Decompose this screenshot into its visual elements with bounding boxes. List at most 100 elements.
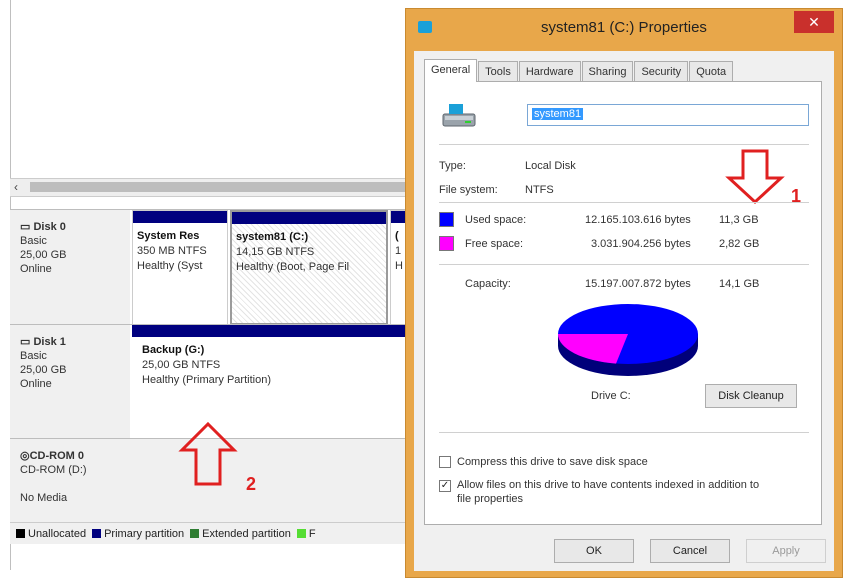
title-bar[interactable]: system81 (C:) Properties ✕	[406, 9, 842, 49]
dialog-title: system81 (C:) Properties	[541, 19, 707, 36]
type-value: Local Disk	[525, 160, 576, 172]
legend-label: F	[308, 527, 316, 540]
legend-label: Extended partition	[202, 527, 291, 540]
disk-size: 25,00 GB	[20, 364, 67, 376]
partition-backup-g[interactable]: Backup (G:) 25,00 GB NTFS Healthy (Prima…	[132, 325, 410, 439]
index-label-line1: Allow files on this drive to have conten…	[457, 479, 760, 491]
file-system-value: NTFS	[525, 184, 554, 196]
index-label-line2: file properties	[457, 493, 524, 505]
free-space-bytes: 3.031.904.256 bytes	[591, 238, 691, 250]
file-system-label: File system:	[439, 184, 498, 196]
horizontal-scrollbar[interactable]: ‹	[10, 178, 410, 197]
dialog-client: General Tools Hardware Sharing Security …	[414, 51, 834, 571]
partition-size: 1	[395, 245, 402, 257]
partition-legend: Unallocated Primary partition Extended p…	[10, 522, 410, 544]
ok-button[interactable]: OK	[554, 539, 634, 563]
partition-status: Healthy (Boot, Page Fil	[236, 261, 350, 273]
disk-1-info[interactable]: ▭ Disk 1 Basic 25,00 GB Online	[10, 325, 128, 439]
partition-name: Backup (G:)	[142, 344, 205, 356]
cancel-button[interactable]: Cancel	[650, 539, 730, 563]
compress-label: Compress this drive to save disk space	[457, 456, 648, 468]
legend-swatch	[92, 529, 102, 539]
disk-status: Online	[20, 378, 52, 390]
legend-swatch	[190, 529, 200, 539]
partition-size: 14,15 GB NTFS	[236, 246, 315, 258]
disk-0-info[interactable]: ▭ Disk 0 Basic 25,00 GB Online	[10, 210, 128, 325]
cdrom-0-info[interactable]: ◎CD-ROM 0 CD-ROM (D:) No Media	[10, 439, 128, 523]
free-space-label: Free space:	[465, 238, 524, 250]
checkmark-icon: ✓	[440, 480, 450, 491]
tab-sharing[interactable]: Sharing	[581, 61, 634, 81]
capacity-gb: 14,1 GB	[719, 278, 760, 290]
disk-type: Basic	[20, 235, 47, 247]
legend-item-primary: Primary partition	[92, 528, 184, 540]
partition-system-reserved[interactable]: System Res 350 MB NTFS Healthy (Syst	[132, 210, 228, 325]
disk-name: CD-ROM 0	[29, 450, 84, 462]
disk-name: Disk 0	[33, 221, 66, 233]
used-space-gb: 11,3 GB	[719, 214, 759, 226]
drive-usage-pie-chart	[557, 304, 698, 376]
volume-name-input[interactable]: system81	[527, 104, 809, 126]
partition-status: H	[395, 260, 403, 272]
disk-type: Basic	[20, 350, 47, 362]
tab-security[interactable]: Security	[634, 61, 689, 81]
legend-swatch	[16, 529, 25, 539]
annotation-arrow-down-icon	[725, 149, 785, 205]
legend-item-unallocated: Unallocated	[16, 528, 86, 540]
disk-name: Disk 1	[33, 336, 66, 348]
used-space-bytes: 12.165.103.616 bytes	[585, 214, 691, 226]
tab-quota[interactable]: Quota	[689, 61, 734, 81]
partition-name: System Res	[137, 230, 200, 242]
close-button[interactable]: ✕	[794, 11, 834, 33]
capacity-label: Capacity:	[465, 278, 511, 290]
disk-0-row: ▭ Disk 0 Basic 25,00 GB Online System Re…	[10, 209, 430, 325]
cd-icon: ◎	[20, 450, 30, 462]
scrollbar-thumb[interactable]	[30, 182, 408, 192]
partition-size: 350 MB NTFS	[137, 245, 207, 257]
annotation-number-1: 1	[791, 186, 802, 206]
annotation-arrow-up-icon	[178, 421, 238, 486]
disk-cleanup-button[interactable]: Disk Cleanup	[705, 384, 797, 408]
scroll-left-arrow-icon[interactable]: ‹	[14, 180, 18, 194]
separator	[439, 432, 809, 433]
tab-strip: General Tools Hardware Sharing Security …	[424, 59, 734, 82]
volume-name-text: system81	[532, 108, 584, 120]
legend-item-f: F	[296, 527, 316, 540]
partition-status: Healthy (Primary Partition)	[142, 374, 271, 386]
legend-item-extended: Extended partition	[190, 528, 291, 540]
apply-button[interactable]: Apply	[746, 539, 826, 563]
general-tab-panel: system81 Type: Local Disk File system: N…	[424, 81, 822, 525]
separator	[439, 202, 809, 203]
partition-status: Healthy (Syst	[137, 260, 203, 272]
type-label: Type:	[439, 160, 466, 172]
disk-status: No Media	[20, 492, 68, 504]
partition-name: system81 (C:)	[236, 231, 309, 243]
separator	[439, 144, 809, 145]
used-space-swatch	[439, 212, 454, 227]
annotation-number-2: 2	[246, 474, 257, 494]
used-space-label: Used space:	[465, 214, 527, 226]
separator	[439, 264, 809, 265]
tab-hardware[interactable]: Hardware	[518, 61, 581, 81]
disk-icon: ▭	[20, 336, 31, 348]
legend-swatch	[296, 529, 306, 539]
free-space-gb: 2,82 GB	[719, 238, 760, 250]
tab-tools[interactable]: Tools	[478, 61, 518, 81]
disk-type: CD-ROM (D:)	[20, 464, 87, 476]
drive-label: Drive C:	[591, 390, 631, 402]
disk-icon: ▭	[20, 221, 31, 233]
free-space-swatch	[439, 236, 454, 251]
index-checkbox[interactable]: ✓	[439, 480, 451, 492]
partition-system81-c[interactable]: system81 (C:) 14,15 GB NTFS Healthy (Boo…	[230, 210, 388, 325]
disk-size: 25,00 GB	[20, 249, 67, 261]
properties-dialog: system81 (C:) Properties ✕ General Tools…	[405, 8, 843, 578]
disk-status: Online	[20, 263, 52, 275]
hard-drive-icon	[442, 104, 476, 127]
legend-label: Unallocated	[28, 527, 87, 540]
capacity-bytes: 15.197.007.872 bytes	[585, 278, 691, 290]
tab-general[interactable]: General	[424, 59, 478, 82]
compress-checkbox[interactable]	[439, 456, 451, 468]
legend-label: Primary partition	[104, 527, 185, 540]
partition-name: (	[395, 230, 399, 242]
partition-size: 25,00 GB NTFS	[142, 359, 221, 371]
